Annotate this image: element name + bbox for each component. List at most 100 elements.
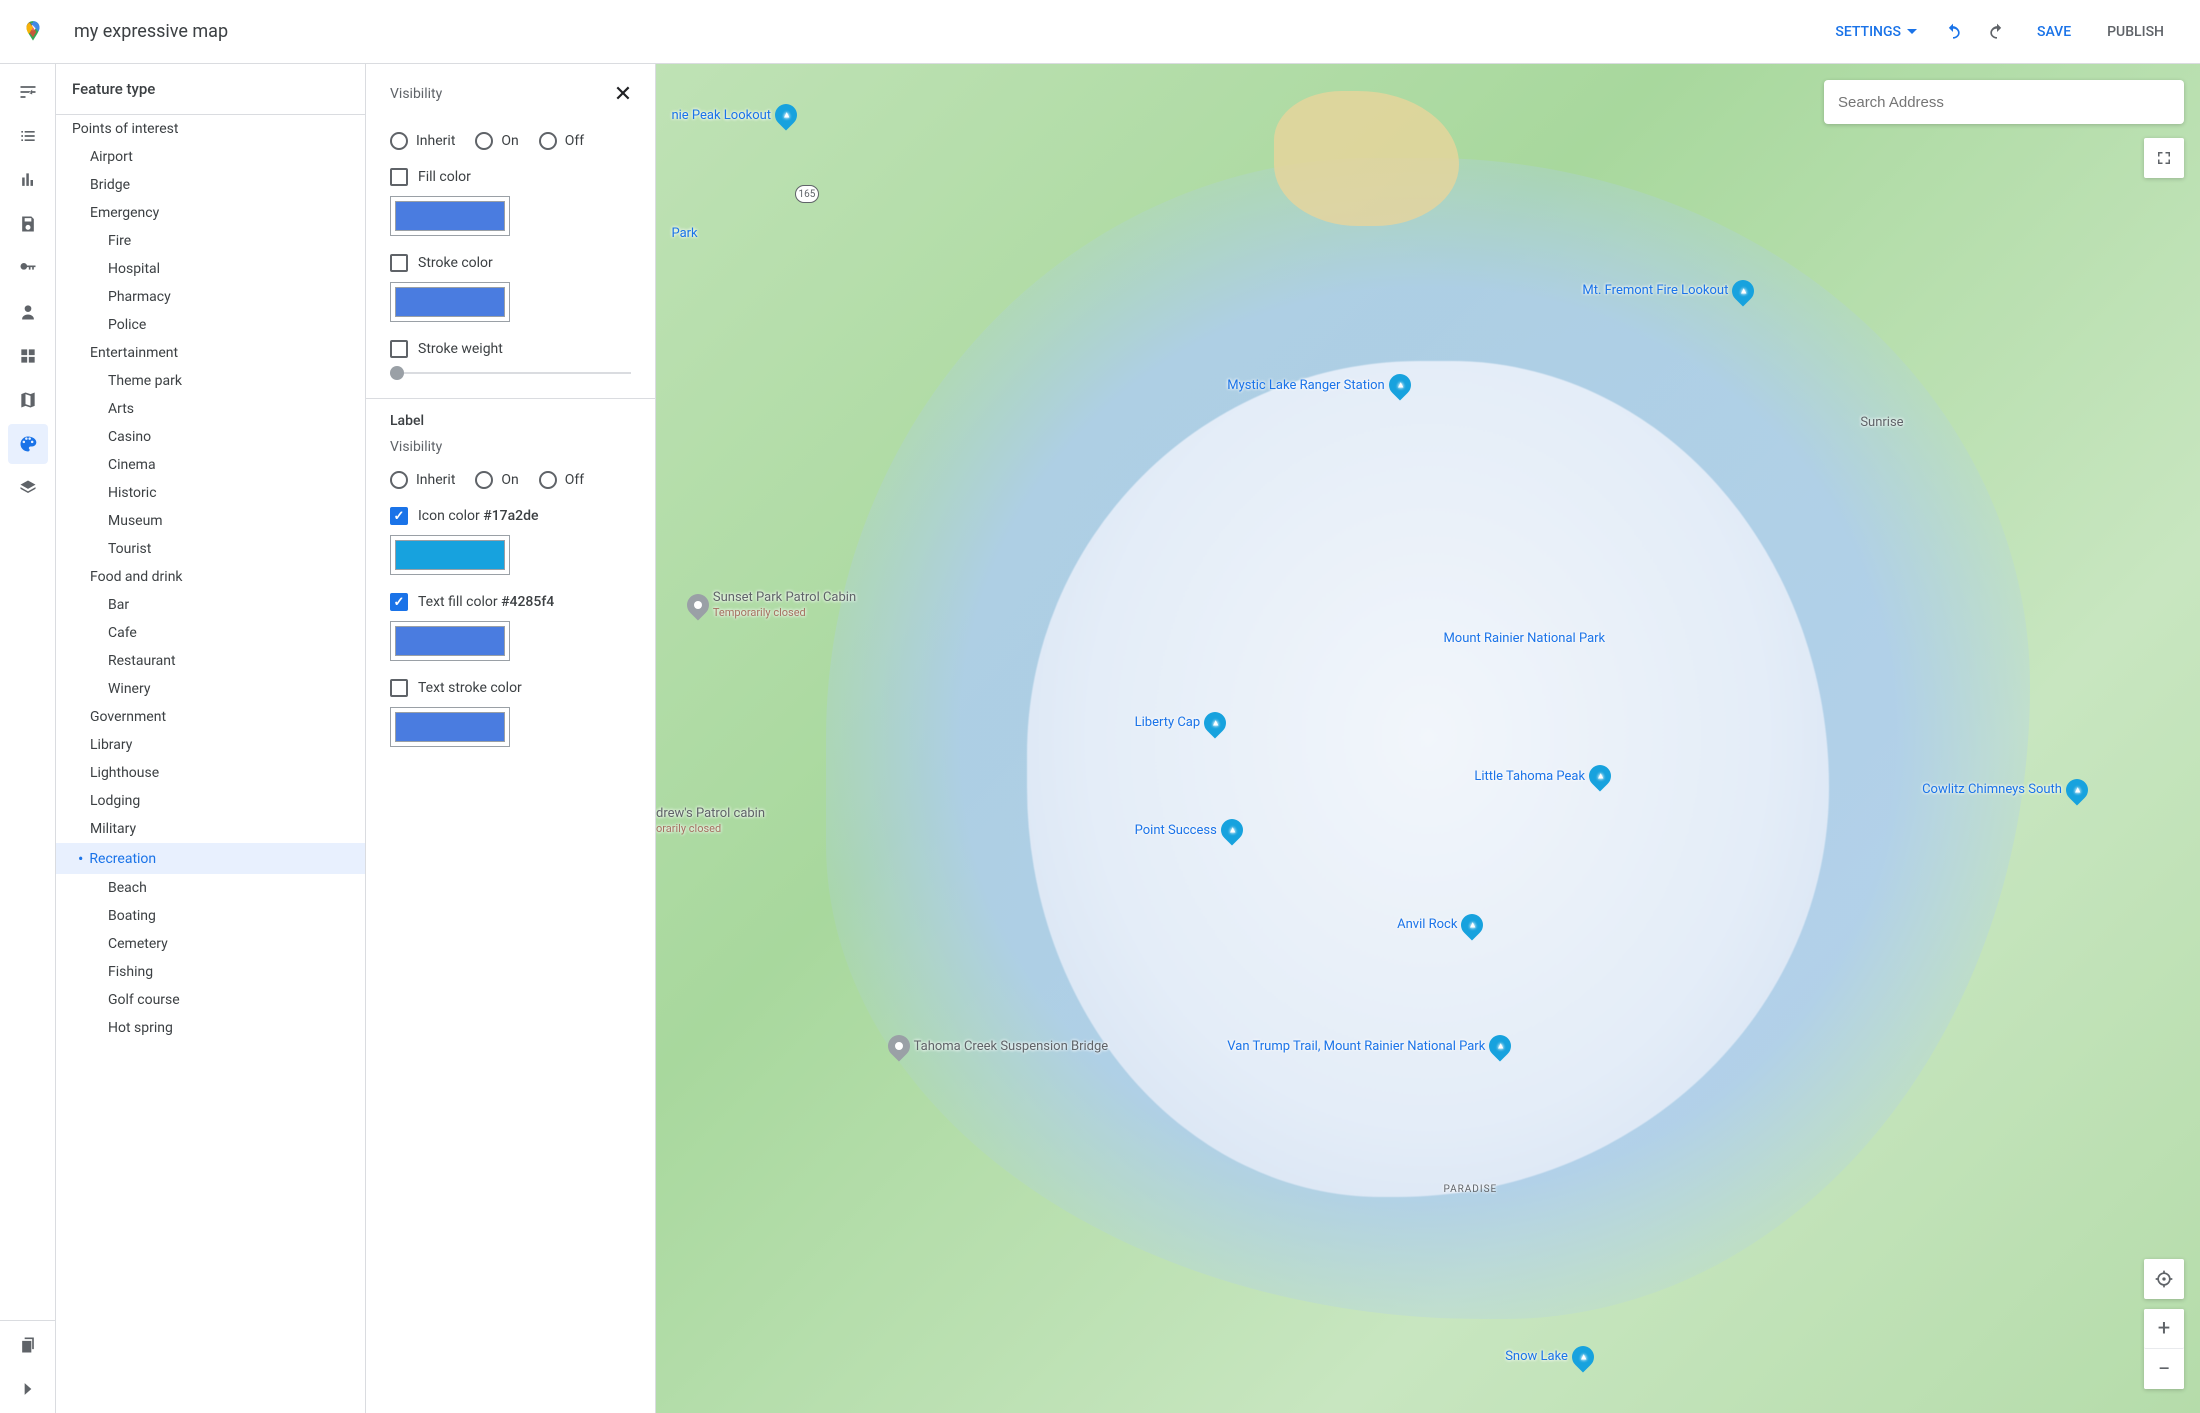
tree-node-lodging[interactable]: Lodging bbox=[56, 787, 365, 815]
rail-item-expand[interactable] bbox=[8, 1369, 48, 1409]
publish-button[interactable]: PUBLISH bbox=[2091, 16, 2180, 48]
stroke-color-checkbox[interactable]: Stroke color bbox=[390, 254, 631, 272]
search-address-box[interactable] bbox=[1824, 80, 2184, 124]
radio-label: Off bbox=[565, 472, 584, 488]
map-label[interactable]: Anvil Rock bbox=[1397, 914, 1483, 936]
tree-node-winery[interactable]: Winery bbox=[56, 675, 365, 703]
rail-item-copy[interactable] bbox=[8, 1325, 48, 1365]
project-title[interactable]: my expressive map bbox=[74, 21, 1823, 42]
tree-node-military[interactable]: Military bbox=[56, 815, 365, 843]
fill-color-swatch[interactable] bbox=[390, 196, 510, 236]
visibility-inherit-radio[interactable]: Inherit bbox=[390, 132, 455, 150]
close-button[interactable]: ✕ bbox=[609, 80, 637, 108]
tree-node-points-of-interest[interactable]: Points of interest bbox=[56, 115, 365, 143]
tree-node-golf-course[interactable]: Golf course bbox=[56, 986, 365, 1014]
map-label[interactable]: Cowlitz Chimneys South bbox=[1922, 779, 2088, 801]
search-input[interactable] bbox=[1838, 94, 2170, 111]
settings-button[interactable]: SETTINGS bbox=[1823, 16, 1929, 48]
tree-node-museum[interactable]: Museum bbox=[56, 507, 365, 535]
tree-node-government[interactable]: Government bbox=[56, 703, 365, 731]
tree-node-restaurant[interactable]: Restaurant bbox=[56, 647, 365, 675]
tree-node-cinema[interactable]: Cinema bbox=[56, 451, 365, 479]
tree-node-pharmacy[interactable]: Pharmacy bbox=[56, 283, 365, 311]
tree-node-lighthouse[interactable]: Lighthouse bbox=[56, 759, 365, 787]
undo-button[interactable] bbox=[1933, 12, 1973, 52]
tree-node-arts[interactable]: Arts bbox=[56, 395, 365, 423]
rail-item-map[interactable] bbox=[8, 380, 48, 420]
text-fill-color-checkbox[interactable]: Text fill color #4285f4 bbox=[390, 593, 631, 611]
map-label[interactable]: nie Peak Lookout bbox=[671, 104, 797, 126]
tree-node-recreation[interactable]: Recreation bbox=[56, 843, 365, 874]
feature-tree[interactable]: Points of interestAirportBridgeEmergency… bbox=[56, 115, 365, 1413]
rail-item-user[interactable] bbox=[8, 292, 48, 332]
tree-node-food-and-drink[interactable]: Food and drink bbox=[56, 563, 365, 591]
map-icon bbox=[18, 390, 38, 410]
fill-color-checkbox[interactable]: Fill color bbox=[390, 168, 631, 186]
slider-thumb[interactable] bbox=[390, 366, 404, 380]
feature-tree-header: Feature type bbox=[56, 64, 365, 115]
rail-item-tune[interactable] bbox=[8, 72, 48, 112]
rail-item-save[interactable] bbox=[8, 204, 48, 244]
visibility-on-radio[interactable]: On bbox=[475, 132, 518, 150]
map-label[interactable]: Point Success bbox=[1135, 819, 1243, 841]
text-stroke-color-swatch[interactable] bbox=[390, 707, 510, 747]
tree-node-beach[interactable]: Beach bbox=[56, 874, 365, 902]
tree-node-bridge[interactable]: Bridge bbox=[56, 171, 365, 199]
tree-node-hot-spring[interactable]: Hot spring bbox=[56, 1014, 365, 1042]
map-label-text: Sunrise bbox=[1860, 415, 1903, 430]
tree-node-boating[interactable]: Boating bbox=[56, 902, 365, 930]
label-visibility-on-radio[interactable]: On bbox=[475, 471, 518, 489]
checkbox-label: Stroke weight bbox=[418, 341, 503, 357]
radio-label: Inherit bbox=[416, 472, 455, 488]
minus-icon: − bbox=[2158, 1357, 2171, 1382]
map-label[interactable]: Mt. Fremont Fire Lookout bbox=[1582, 280, 1754, 302]
stroke-color-swatch[interactable] bbox=[390, 282, 510, 322]
visibility-off-radio[interactable]: Off bbox=[539, 132, 584, 150]
label-visibility-inherit-radio[interactable]: Inherit bbox=[390, 471, 455, 489]
icon-color-swatch[interactable] bbox=[390, 535, 510, 575]
zoom-in-button[interactable]: + bbox=[2144, 1309, 2184, 1349]
map-label[interactable]: Van Trump Trail, Mount Rainier National … bbox=[1227, 1035, 1511, 1057]
zoom-out-button[interactable]: − bbox=[2144, 1349, 2184, 1389]
tree-node-entertainment[interactable]: Entertainment bbox=[56, 339, 365, 367]
tree-node-library[interactable]: Library bbox=[56, 731, 365, 759]
tree-node-tourist[interactable]: Tourist bbox=[56, 535, 365, 563]
tree-node-theme-park[interactable]: Theme park bbox=[56, 367, 365, 395]
tree-node-cafe[interactable]: Cafe bbox=[56, 619, 365, 647]
fullscreen-button[interactable] bbox=[2144, 138, 2184, 178]
text-stroke-color-checkbox[interactable]: Text stroke color bbox=[390, 679, 631, 697]
tree-node-historic[interactable]: Historic bbox=[56, 479, 365, 507]
map-label[interactable]: Liberty Cap bbox=[1135, 712, 1227, 734]
radio-label: Inherit bbox=[416, 133, 455, 149]
icon-color-checkbox[interactable]: Icon color #17a2de bbox=[390, 507, 631, 525]
tree-node-casino[interactable]: Casino bbox=[56, 423, 365, 451]
map-label: PARADISE bbox=[1443, 1184, 1497, 1195]
stroke-weight-checkbox[interactable]: Stroke weight bbox=[390, 340, 631, 358]
tree-node-hospital[interactable]: Hospital bbox=[56, 255, 365, 283]
tree-node-fire[interactable]: Fire bbox=[56, 227, 365, 255]
rail-item-palette[interactable] bbox=[8, 424, 48, 464]
redo-button[interactable] bbox=[1977, 12, 2017, 52]
tree-node-airport[interactable]: Airport bbox=[56, 143, 365, 171]
map-label-text: Tahoma Creek Suspension Bridge bbox=[914, 1039, 1109, 1054]
poi-pin-icon bbox=[682, 590, 713, 621]
rail-item-key[interactable] bbox=[8, 248, 48, 288]
map-canvas[interactable]: 165 nie Peak LookoutParkMt. Fremont Fire… bbox=[656, 64, 2200, 1413]
tree-node-police[interactable]: Police bbox=[56, 311, 365, 339]
save-button[interactable]: SAVE bbox=[2021, 16, 2087, 48]
tree-node-cemetery[interactable]: Cemetery bbox=[56, 930, 365, 958]
stroke-weight-slider[interactable] bbox=[390, 372, 631, 374]
locate-button[interactable] bbox=[2144, 1259, 2184, 1299]
map-label[interactable]: Snow Lake bbox=[1505, 1346, 1594, 1368]
label-visibility-off-radio[interactable]: Off bbox=[539, 471, 584, 489]
text-fill-color-swatch[interactable] bbox=[390, 621, 510, 661]
tree-node-bar[interactable]: Bar bbox=[56, 591, 365, 619]
map-label[interactable]: Mystic Lake Ranger Station bbox=[1227, 374, 1410, 396]
rail-item-layers[interactable] bbox=[8, 468, 48, 508]
tree-node-fishing[interactable]: Fishing bbox=[56, 958, 365, 986]
map-label[interactable]: Little Tahoma Peak bbox=[1474, 765, 1611, 787]
tree-node-emergency[interactable]: Emergency bbox=[56, 199, 365, 227]
rail-item-list[interactable] bbox=[8, 116, 48, 156]
rail-item-chart[interactable] bbox=[8, 160, 48, 200]
rail-item-widgets[interactable] bbox=[8, 336, 48, 376]
